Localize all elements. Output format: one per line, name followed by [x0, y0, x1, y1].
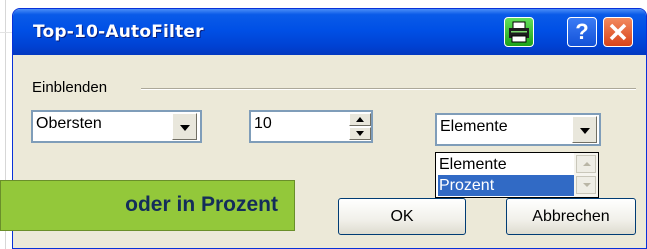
- unit-dropdown-list: Elemente Prozent: [435, 152, 599, 198]
- help-icon: ?: [575, 19, 589, 44]
- count-spinner[interactable]: 10: [249, 110, 373, 143]
- annotation-callout: oder in Prozent: [0, 180, 295, 231]
- spin-down-button[interactable]: [349, 127, 371, 140]
- dropdown-arrow-icon: [580, 128, 590, 134]
- count-value: 10: [254, 115, 272, 132]
- dropdown-arrow-icon: [180, 125, 190, 131]
- scroll-up-icon: [583, 162, 591, 166]
- printer-icon: [509, 21, 529, 43]
- unit-select[interactable]: Elemente: [435, 113, 601, 146]
- ok-button[interactable]: OK: [338, 198, 466, 235]
- title-bar[interactable]: Top-10-AutoFilter ?: [13, 9, 646, 55]
- scroll-down-icon: [583, 183, 591, 187]
- list-item-elemente[interactable]: Elemente: [438, 154, 574, 175]
- spin-up-icon: [356, 117, 364, 122]
- scroll-down-button[interactable]: [576, 176, 596, 194]
- scroll-up-button[interactable]: [576, 155, 596, 173]
- group-divider: [141, 88, 636, 90]
- cancel-button[interactable]: Abbrechen: [506, 198, 636, 235]
- help-button[interactable]: ?: [567, 17, 597, 47]
- close-button[interactable]: [603, 17, 633, 47]
- spin-down-icon: [356, 131, 364, 136]
- direction-select[interactable]: Obersten: [31, 110, 202, 143]
- dialog-title: Top-10-AutoFilter: [33, 22, 204, 42]
- list-scrollbar[interactable]: [574, 153, 598, 197]
- group-label-einblenden: Einblenden: [32, 79, 108, 96]
- printer-button[interactable]: [504, 17, 534, 47]
- unit-value: Elemente: [440, 118, 508, 135]
- close-icon: [609, 23, 627, 41]
- spin-up-button[interactable]: [349, 113, 371, 126]
- callout-text: oder in Prozent: [125, 193, 278, 216]
- unit-dropdown-button[interactable]: [572, 116, 597, 143]
- list-item-prozent[interactable]: Prozent: [438, 175, 574, 196]
- direction-dropdown-button[interactable]: [172, 113, 197, 140]
- direction-value: Obersten: [36, 115, 102, 132]
